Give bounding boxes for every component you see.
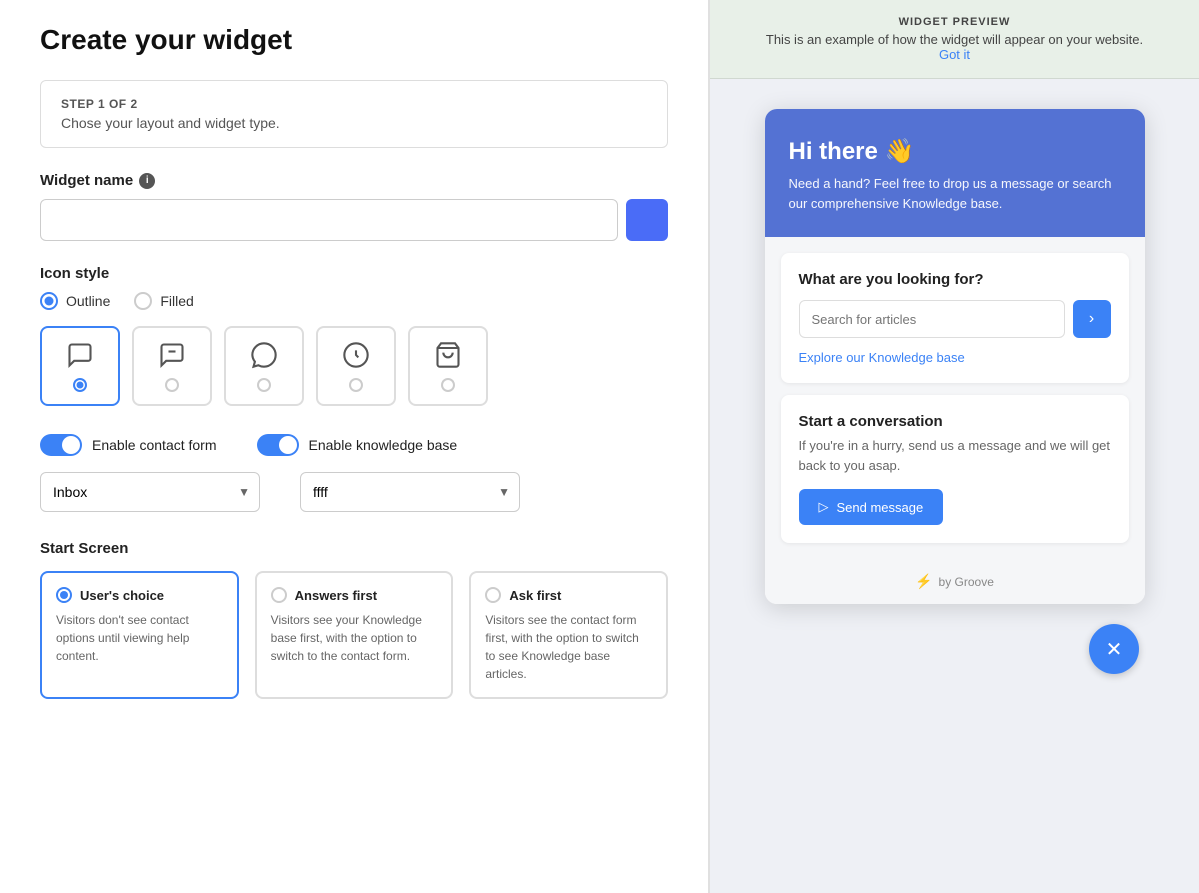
conversation-card-title: Start a conversation (799, 413, 1111, 430)
icon-cards (40, 326, 668, 406)
screen-card-users-choice-title: User's choice (80, 588, 164, 603)
knowledge-card-title: What are you looking for? (799, 271, 1111, 288)
toggle-knowledge-base-label: Enable knowledge base (309, 437, 458, 453)
bubble-icon (250, 341, 278, 369)
widget-name-info-icon[interactable]: i (139, 173, 155, 189)
radio-outline-input[interactable] (40, 292, 58, 310)
toggle-contact-form-switch[interactable] (40, 434, 82, 456)
send-icon: ▷ (819, 499, 829, 515)
conversation-card-description: If you're in a hurry, send us a message … (799, 436, 1111, 475)
widget-footer: ⚡ by Groove (765, 559, 1145, 604)
screen-card-answers-first-title: Answers first (295, 588, 377, 603)
toggle-knowledge-base-switch[interactable] (257, 434, 299, 456)
widget-header: Hi there 👋 Need a hand? Feel free to dro… (765, 109, 1145, 237)
groove-bolt-icon: ⚡ (915, 573, 932, 590)
conversation-card: Start a conversation If you're in a hurr… (781, 395, 1129, 543)
toggle-contact-form: Enable contact form (40, 434, 217, 456)
ffff-dropdown[interactable]: ffff (300, 472, 520, 512)
screen-card-ask-first-radio (485, 587, 501, 603)
page-title: Create your widget (40, 24, 668, 56)
dropdown-row: Inbox ▼ ffff ▼ (40, 472, 668, 512)
icon-card-1-radio (73, 378, 87, 392)
screen-card-ask-first[interactable]: Ask first Visitors see the contact form … (469, 571, 668, 699)
icon-card-5[interactable] (408, 326, 488, 406)
radio-filled-input[interactable] (134, 292, 152, 310)
send-message-button[interactable]: ▷ Send message (799, 489, 944, 525)
widget-name-label: Widget name i (40, 172, 668, 189)
widget-body: What are you looking for? › Explore our … (765, 237, 1145, 559)
got-it-link[interactable]: Got it (939, 47, 970, 62)
start-screen-label: Start Screen (40, 540, 668, 557)
icon-card-2[interactable] (132, 326, 212, 406)
screen-card-ask-first-body: Visitors see the contact form first, wit… (485, 611, 652, 683)
step-label: STEP 1 OF 2 (61, 97, 647, 111)
chat-icon (66, 341, 94, 369)
search-articles-input[interactable] (799, 300, 1065, 338)
widget-name-input[interactable] (40, 199, 618, 241)
support-icon (342, 341, 370, 369)
preview-description: This is an example of how the widget wil… (726, 32, 1183, 62)
toggle-contact-form-label: Enable contact form (92, 437, 217, 453)
radio-filled[interactable]: Filled (134, 292, 193, 310)
knowledge-card: What are you looking for? › Explore our … (781, 253, 1129, 383)
screen-card-ask-first-title: Ask first (509, 588, 561, 603)
icon-card-5-radio (441, 378, 455, 392)
icon-style-label: Icon style (40, 265, 668, 282)
screen-card-answers-first-radio (271, 587, 287, 603)
screen-card-users-choice[interactable]: User's choice Visitors don't see contact… (40, 571, 239, 699)
preview-header: WIDGET PREVIEW This is an example of how… (710, 0, 1199, 79)
search-row: › (799, 300, 1111, 338)
search-button[interactable]: › (1073, 300, 1111, 338)
step-box: STEP 1 OF 2 Chose your layout and widget… (40, 80, 668, 148)
widget-container: Hi there 👋 Need a hand? Feel free to dro… (765, 109, 1145, 604)
screen-cards: User's choice Visitors don't see contact… (40, 571, 668, 699)
close-button[interactable]: ✕ (1089, 624, 1139, 674)
screen-card-answers-first[interactable]: Answers first Visitors see your Knowledg… (255, 571, 454, 699)
icon-style-radio-group: Outline Filled (40, 292, 668, 310)
radio-outline[interactable]: Outline (40, 292, 110, 310)
inbox-dropdown-wrap: Inbox ▼ (40, 472, 260, 512)
widget-subtext: Need a hand? Feel free to drop us a mess… (789, 174, 1121, 213)
toggle-knowledge-base: Enable knowledge base (257, 434, 458, 456)
icon-style-section: Icon style Outline Filled (40, 265, 668, 406)
chat2-icon (158, 341, 186, 369)
step-description: Chose your layout and widget type. (61, 115, 647, 131)
icon-card-1[interactable] (40, 326, 120, 406)
toggle-row: Enable contact form Enable knowledge bas… (40, 434, 668, 456)
explore-knowledge-base-link[interactable]: Explore our Knowledge base (799, 350, 1111, 365)
widget-name-row (40, 199, 668, 241)
color-swatch-button[interactable] (626, 199, 668, 241)
preview-title: WIDGET PREVIEW (726, 16, 1183, 28)
ffff-dropdown-wrap: ffff ▼ (300, 472, 520, 512)
screen-card-answers-first-body: Visitors see your Knowledge base first, … (271, 611, 438, 665)
bag-icon (434, 341, 462, 369)
right-panel: WIDGET PREVIEW This is an example of how… (710, 0, 1199, 893)
inbox-dropdown[interactable]: Inbox (40, 472, 260, 512)
icon-card-3[interactable] (224, 326, 304, 406)
screen-card-users-choice-radio (56, 587, 72, 603)
left-panel: Create your widget STEP 1 OF 2 Chose you… (0, 0, 710, 893)
icon-card-4-radio (349, 378, 363, 392)
widget-greeting: Hi there 👋 (789, 137, 1121, 166)
icon-card-4[interactable] (316, 326, 396, 406)
icon-card-3-radio (257, 378, 271, 392)
icon-card-2-radio (165, 378, 179, 392)
screen-card-users-choice-body: Visitors don't see contact options until… (56, 611, 223, 665)
